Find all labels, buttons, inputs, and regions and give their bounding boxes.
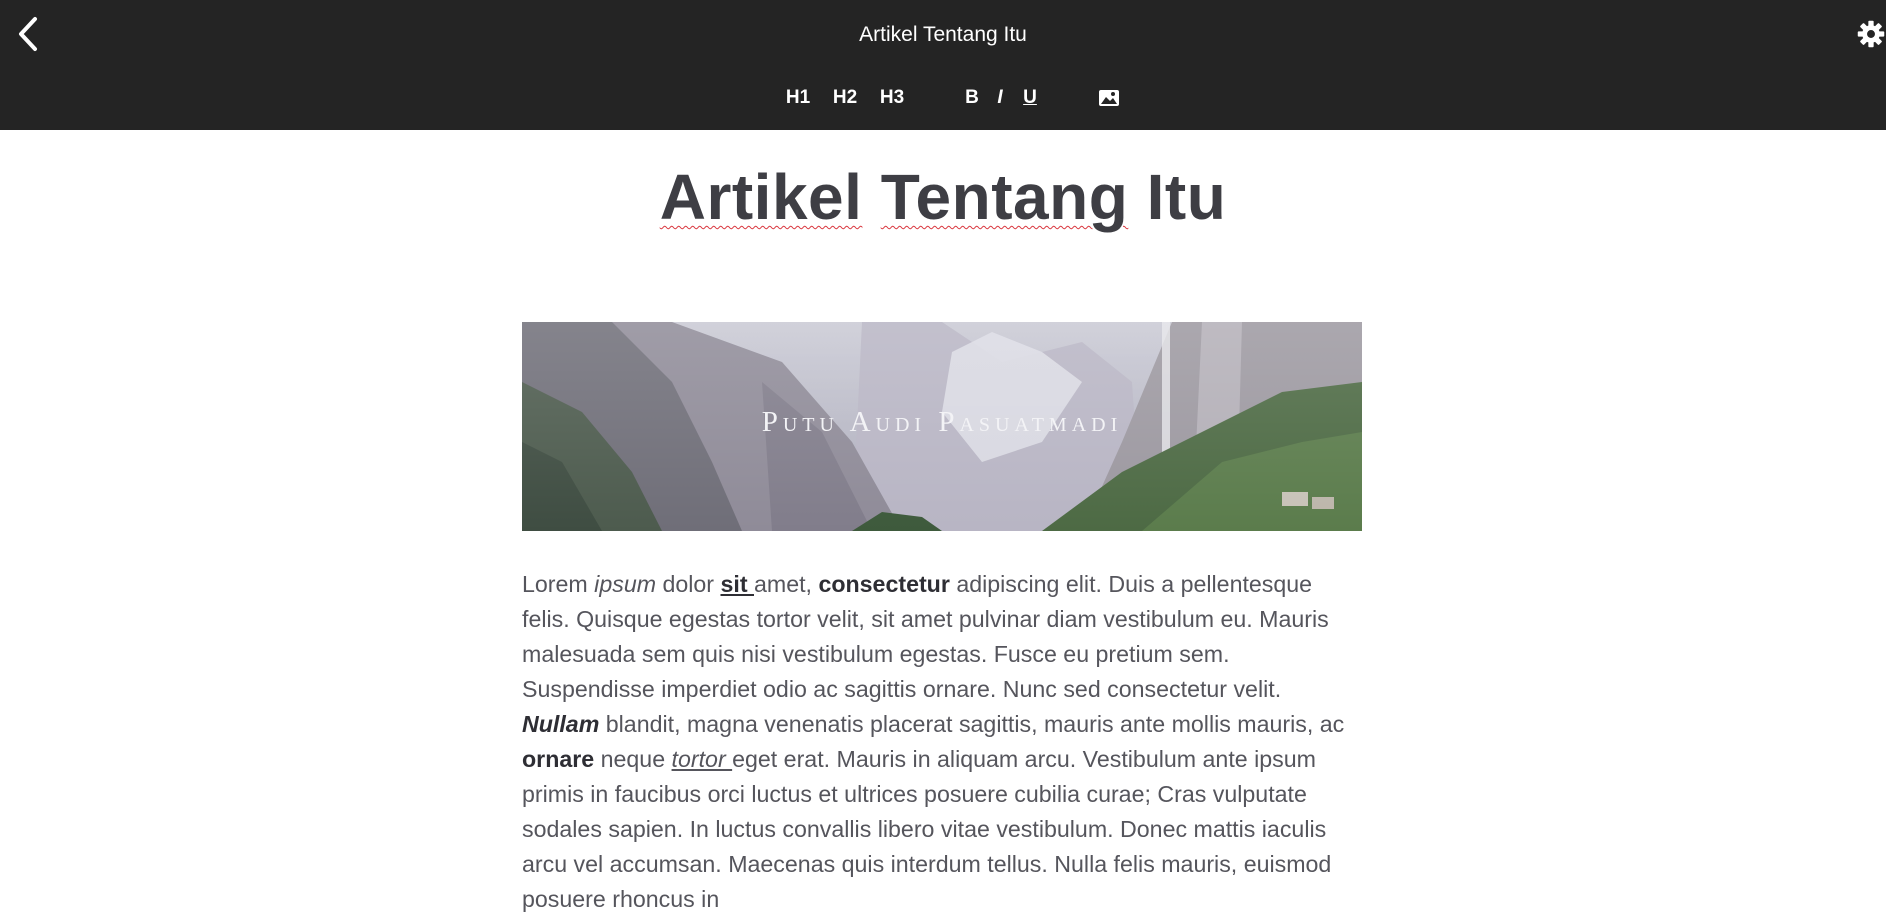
banner-image[interactable]: Putu Audi Pasuatmadi xyxy=(522,322,1362,531)
bold-underline-text: sit xyxy=(720,571,754,597)
banner-caption: Putu Audi Pasuatmadi xyxy=(761,406,1123,438)
body-text-run: amet, xyxy=(754,571,819,597)
formatting-toolbar: H1 H2 H3 B I U xyxy=(0,83,1886,113)
insert-image-button[interactable] xyxy=(1096,83,1122,113)
underline-button[interactable]: U xyxy=(1020,83,1040,113)
bold-italic-text: Nullam xyxy=(522,711,600,737)
heading-word: Itu xyxy=(1146,161,1227,233)
body-text-run: neque xyxy=(594,746,672,772)
article-heading[interactable]: Artikel Tentang Itu xyxy=(0,160,1886,234)
bold-button[interactable]: B xyxy=(962,83,982,113)
italic-button[interactable]: I xyxy=(992,83,1008,113)
image-icon xyxy=(1099,89,1119,106)
bold-text: ornare xyxy=(522,746,595,772)
italic-text: ipsum xyxy=(594,571,657,597)
settings-button[interactable] xyxy=(1856,14,1886,54)
body-text-run: Lorem xyxy=(522,571,595,597)
editor-header: Artikel Tentang Itu H1 H2 H3 B I U xyxy=(0,0,1886,130)
bold-text: consectetur xyxy=(818,571,950,597)
heading2-button[interactable]: H2 xyxy=(829,83,861,113)
gear-icon xyxy=(1857,20,1885,48)
article-body[interactable]: Lorem ipsum dolor sit amet, consectetur … xyxy=(522,567,1364,917)
document-title: Artikel Tentang Itu xyxy=(859,23,1027,46)
heading-word: Tentang xyxy=(880,161,1129,233)
heading3-button[interactable]: H3 xyxy=(876,83,908,113)
heading-word: Artikel xyxy=(659,161,863,233)
body-text-run: dolor xyxy=(656,571,721,597)
heading1-button[interactable]: H1 xyxy=(782,83,814,113)
italic-underline-text: tortor xyxy=(671,746,733,772)
body-text-run: blandit, magna venenatis placerat sagitt… xyxy=(599,711,1345,737)
